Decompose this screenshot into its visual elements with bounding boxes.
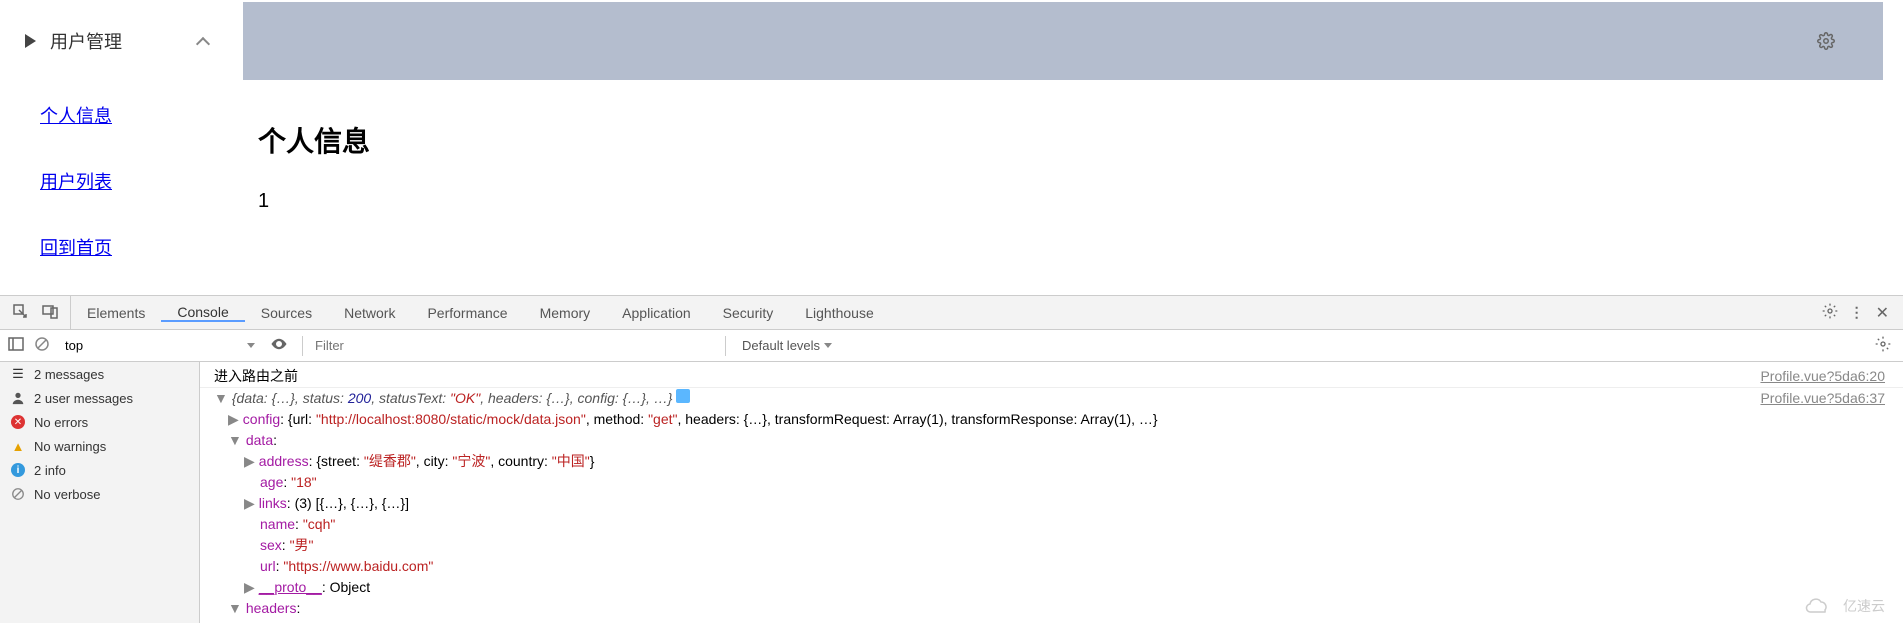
log-line[interactable]: ▼headers: bbox=[200, 598, 1903, 619]
left-sidebar: 用户管理 个人信息 用户列表 回到首页 bbox=[0, 0, 243, 295]
tab-console[interactable]: Console bbox=[161, 304, 244, 322]
devtools-tabs: Elements Console Sources Network Perform… bbox=[0, 296, 1903, 330]
expand-arrow-icon[interactable]: ▶ bbox=[244, 579, 255, 595]
console-output[interactable]: 进入路由之前 Profile.vue?5da6:20 ▼{data: {…}, … bbox=[200, 362, 1903, 623]
list-icon: ☰ bbox=[10, 366, 26, 382]
tab-elements[interactable]: Elements bbox=[71, 305, 161, 321]
expand-arrow-icon[interactable]: ▶ bbox=[228, 411, 239, 427]
filter-input[interactable] bbox=[309, 338, 719, 353]
context-label: top bbox=[65, 338, 83, 353]
info-icon: i bbox=[10, 462, 26, 478]
page-title: 个人信息 bbox=[258, 120, 1883, 160]
source-link[interactable]: Profile.vue?5da6:20 bbox=[1760, 366, 1885, 387]
main-header-bar bbox=[243, 2, 1883, 80]
tab-sources[interactable]: Sources bbox=[245, 305, 328, 321]
tab-security[interactable]: Security bbox=[707, 305, 790, 321]
console-toolbar: top Default levels bbox=[0, 330, 1903, 362]
inspect-icon[interactable] bbox=[12, 303, 28, 322]
tab-memory[interactable]: Memory bbox=[524, 305, 607, 321]
sidebar-item-home[interactable]: 回到首页 bbox=[40, 238, 112, 258]
filter-warnings[interactable]: ▲No warnings bbox=[0, 434, 199, 458]
tab-lighthouse[interactable]: Lighthouse bbox=[789, 305, 890, 321]
sidebar-header[interactable]: 用户管理 bbox=[20, 0, 223, 82]
dropdown-icon bbox=[824, 343, 832, 348]
log-line[interactable]: sex: "男" bbox=[200, 535, 1903, 556]
log-line[interactable]: ▼data: bbox=[200, 430, 1903, 451]
log-line[interactable]: ▶__proto__: Object bbox=[200, 577, 1903, 598]
live-expression-icon[interactable] bbox=[270, 335, 288, 356]
clear-icon[interactable] bbox=[34, 336, 50, 355]
tab-network[interactable]: Network bbox=[328, 305, 411, 321]
main-content: 个人信息 1 bbox=[243, 0, 1903, 295]
log-line[interactable]: ▶links: (3) [{…}, {…}, {…}] bbox=[200, 493, 1903, 514]
log-line[interactable]: 进入路由之前 Profile.vue?5da6:20 bbox=[200, 366, 1903, 388]
expand-arrow-icon[interactable]: ▼ bbox=[214, 390, 228, 406]
levels-label: Default levels bbox=[742, 338, 820, 353]
tab-application[interactable]: Application bbox=[606, 305, 707, 321]
filter-messages[interactable]: ☰2 messages bbox=[0, 362, 199, 386]
triangle-right-icon bbox=[25, 34, 36, 48]
console-sidebar: ☰2 messages 2 user messages ✕No errors ▲… bbox=[0, 362, 200, 623]
error-icon: ✕ bbox=[10, 414, 26, 430]
log-line[interactable]: name: "cqh" bbox=[200, 514, 1903, 535]
warning-icon: ▲ bbox=[10, 438, 26, 454]
log-line[interactable]: age: "18" bbox=[200, 472, 1903, 493]
filter-errors[interactable]: ✕No errors bbox=[0, 410, 199, 434]
device-icon[interactable] bbox=[42, 303, 58, 322]
watermark: 亿速云 bbox=[1803, 596, 1885, 617]
expand-arrow-icon[interactable]: ▶ bbox=[244, 495, 255, 511]
log-line[interactable]: ▶config: {url: "http://localhost:8080/st… bbox=[200, 409, 1903, 430]
devtools-panel: Elements Console Sources Network Perform… bbox=[0, 295, 1903, 623]
close-icon[interactable]: ✕ bbox=[1876, 303, 1889, 323]
log-line[interactable]: ▼{data: {…}, status: 200, statusText: "O… bbox=[200, 388, 1903, 409]
source-link[interactable]: Profile.vue?5da6:37 bbox=[1760, 388, 1885, 409]
context-select[interactable]: top bbox=[60, 335, 260, 356]
verbose-icon bbox=[10, 486, 26, 502]
log-line[interactable]: ▶address: {street: "缇香郡", city: "宁波", co… bbox=[200, 451, 1903, 472]
kebab-icon[interactable]: ⋮ bbox=[1850, 304, 1864, 321]
sidebar-item-profile[interactable]: 个人信息 bbox=[40, 106, 112, 126]
filter-verbose[interactable]: No verbose bbox=[0, 482, 199, 506]
info-badge-icon bbox=[676, 389, 690, 403]
sidebar-toggle-icon[interactable] bbox=[8, 336, 24, 355]
chevron-up-icon bbox=[196, 36, 210, 50]
filter-info[interactable]: i2 info bbox=[0, 458, 199, 482]
sidebar-title: 用户管理 bbox=[50, 28, 122, 54]
expand-arrow-icon[interactable]: ▼ bbox=[228, 432, 242, 448]
gear-icon[interactable] bbox=[1817, 32, 1835, 50]
tab-performance[interactable]: Performance bbox=[411, 305, 523, 321]
dropdown-icon bbox=[247, 343, 255, 348]
page-content: 1 bbox=[258, 190, 1883, 213]
log-line[interactable]: url: "https://www.baidu.com" bbox=[200, 556, 1903, 577]
settings-icon[interactable] bbox=[1875, 340, 1891, 355]
user-icon bbox=[10, 390, 26, 406]
levels-select[interactable]: Default levels bbox=[732, 338, 832, 353]
expand-arrow-icon[interactable]: ▶ bbox=[244, 453, 255, 469]
settings-icon[interactable] bbox=[1822, 303, 1838, 322]
sidebar-item-users[interactable]: 用户列表 bbox=[40, 172, 112, 192]
expand-arrow-icon[interactable]: ▼ bbox=[228, 600, 242, 616]
filter-user[interactable]: 2 user messages bbox=[0, 386, 199, 410]
